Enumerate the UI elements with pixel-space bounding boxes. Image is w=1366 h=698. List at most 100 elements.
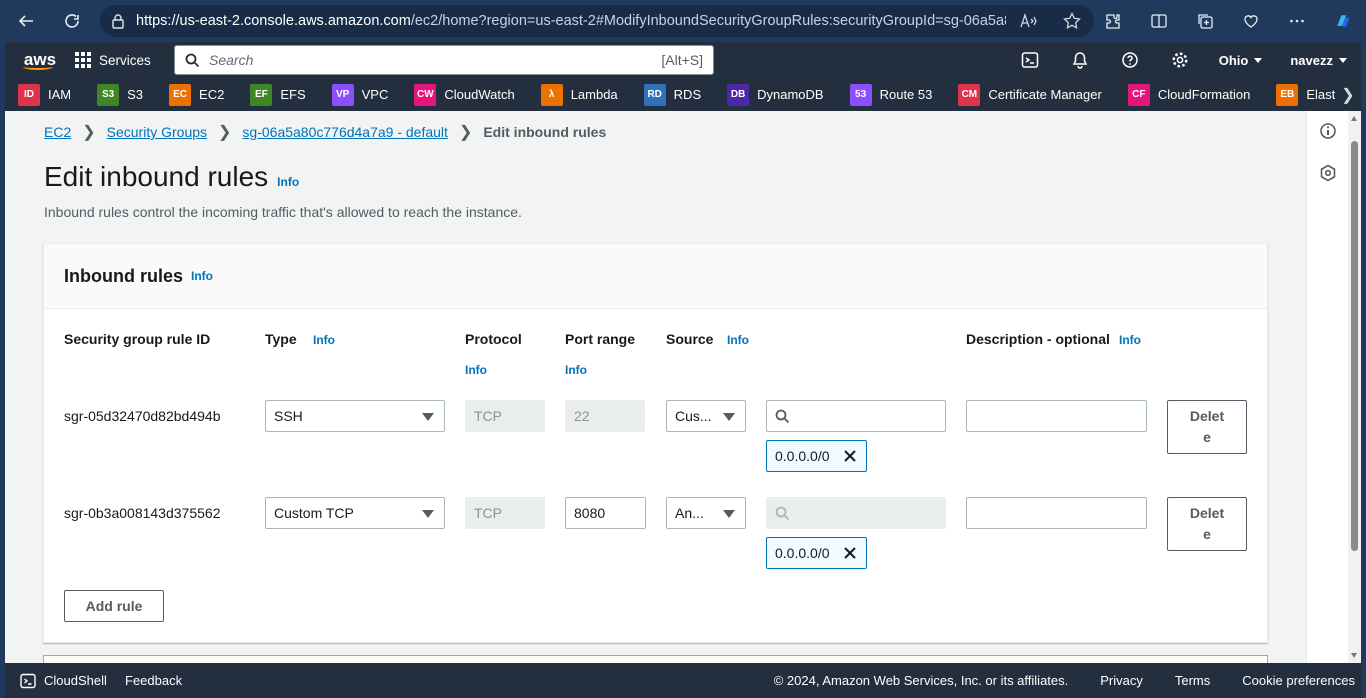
remove-token-icon[interactable] (842, 545, 858, 561)
source-select[interactable]: An... (666, 497, 746, 529)
cloudshell-icon[interactable] (1005, 51, 1055, 69)
favorite-route-53[interactable]: 53 Route 53 (833, 83, 942, 106)
cloudshell-footer-button[interactable]: CloudShell (5, 673, 125, 689)
description-input[interactable] (966, 400, 1147, 432)
service-icon: ID (18, 83, 40, 106)
type-select[interactable]: Custom TCP (265, 497, 445, 529)
favorite-s3[interactable]: S3 S3 (80, 83, 152, 106)
terms-link[interactable]: Terms (1159, 673, 1226, 688)
favorite-efs[interactable]: EF EFS (233, 83, 314, 106)
scrollbar-thumb[interactable] (1351, 141, 1358, 551)
region-selector[interactable]: Ohio (1205, 53, 1277, 68)
column-header-description: Description - optional (966, 331, 1110, 347)
collections-icon[interactable] (1182, 0, 1228, 42)
source-select[interactable]: Cus... (666, 400, 746, 432)
console-search-input[interactable]: Search [Alt+S] (174, 45, 714, 75)
description-info-link[interactable]: Info (1119, 333, 1141, 347)
refresh-icon[interactable] (52, 0, 92, 42)
console-footer: CloudShell Feedback © 2024, Amazon Web S… (5, 663, 1361, 698)
tools-panel (1306, 111, 1348, 663)
port-range-input[interactable]: 8080 (565, 497, 646, 529)
favorite-cloudwatch[interactable]: CW CloudWatch (397, 83, 523, 106)
favorite-label: Route 53 (879, 87, 933, 102)
favorite-lambda[interactable]: λ Lambda (524, 83, 627, 106)
port-range-info-link[interactable]: Info (565, 363, 587, 377)
favorite-vpc[interactable]: VP VPC (315, 83, 398, 106)
account-menu[interactable]: navezz (1276, 53, 1361, 68)
copilot-icon[interactable] (1320, 0, 1366, 42)
source-info-link[interactable]: Info (727, 333, 749, 347)
favorite-ec2[interactable]: EC EC2 (152, 83, 233, 106)
feature-hexagon-icon[interactable] (1307, 153, 1349, 193)
type-select-value: Custom TCP (274, 505, 354, 521)
service-icon: DB (727, 83, 750, 106)
privacy-link[interactable]: Privacy (1084, 673, 1159, 688)
favorite-certificate-manager[interactable]: CM Certificate Manager (941, 83, 1110, 106)
info-panel-icon[interactable] (1307, 111, 1349, 151)
breadcrumb-security-groups[interactable]: Security Groups (107, 124, 207, 140)
favorite-label: IAM (48, 87, 72, 102)
cloudshell-label: CloudShell (44, 673, 107, 688)
favorites-bar: ID IAM S3 S3 EC EC2 EF EFS VP VPC CW CloudWatch λ Lam… (5, 78, 1361, 111)
remove-token-icon[interactable] (842, 448, 858, 464)
service-icon: S3 (97, 83, 120, 106)
cidr-token: 0.0.0.0/0 (766, 440, 867, 472)
performance-icon[interactable] (1228, 0, 1274, 42)
favorite-label: DynamoDB (757, 87, 824, 102)
favorite-rds[interactable]: RD RDS (627, 83, 710, 106)
scroll-up-icon[interactable] (1351, 116, 1357, 121)
panel-info-link[interactable]: Info (191, 269, 213, 283)
scroll-down-icon[interactable] (1351, 653, 1357, 658)
favorite-iam[interactable]: ID IAM (5, 83, 80, 106)
cookie-preferences-link[interactable]: Cookie preferences (1226, 673, 1361, 688)
services-menu[interactable]: Services (75, 52, 163, 68)
feedback-link[interactable]: Feedback (125, 673, 182, 688)
search-shortcut: [Alt+S] (661, 52, 703, 68)
favorite-cloudformation[interactable]: CF CloudFormation (1111, 83, 1260, 106)
address-bar[interactable]: https://us-east-2.console.aws.amazon.com… (100, 5, 1094, 37)
split-screen-icon[interactable] (1136, 0, 1182, 42)
page-scrollbar[interactable] (1348, 111, 1361, 663)
service-icon: EC (169, 83, 192, 106)
favorite-label: CloudWatch (444, 87, 515, 102)
add-rule-button[interactable]: Add rule (64, 590, 164, 622)
favorites-scroll-right-icon[interactable]: ❯ (1335, 78, 1361, 111)
back-icon[interactable] (0, 0, 52, 42)
read-aloud-icon[interactable] (1006, 13, 1050, 29)
more-options-icon[interactable] (1274, 0, 1320, 42)
rule-id-cell: sgr-0b3a008143d375562 (64, 505, 221, 521)
breadcrumb-security-group[interactable]: sg-06a5a80c776d4a7a9 - default (242, 124, 448, 140)
notifications-bell-icon[interactable] (1055, 51, 1105, 69)
column-header-rule-id: Security group rule ID (64, 331, 211, 347)
help-icon[interactable] (1105, 51, 1155, 69)
breadcrumb-ec2[interactable]: EC2 (44, 124, 71, 140)
dropdown-caret-icon (422, 510, 434, 518)
search-placeholder: Search (209, 52, 254, 68)
service-icon: λ (540, 83, 563, 106)
favorite-star-icon[interactable] (1050, 12, 1094, 30)
extensions-icon[interactable] (1090, 0, 1136, 42)
breadcrumb-chevron-icon: ❯ (82, 124, 96, 141)
dropdown-caret-icon (422, 413, 434, 421)
browser-toolbar-right (1090, 0, 1366, 42)
type-select-value: SSH (274, 408, 303, 424)
delete-button-label-wrap: e (1203, 429, 1211, 445)
delete-button-label-wrap: e (1203, 526, 1211, 542)
panel-header: Inbound rules Info (44, 244, 1267, 309)
type-select[interactable]: SSH (265, 400, 445, 432)
service-icon: 53 (849, 83, 872, 106)
cidr-search-input[interactable] (766, 400, 946, 432)
protocol-info-link[interactable]: Info (465, 363, 487, 377)
favorite-dynamodb[interactable]: DB DynamoDB (710, 83, 832, 106)
cidr-search-input-disabled (766, 497, 946, 529)
description-input[interactable] (966, 497, 1147, 529)
browser-toolbar: https://us-east-2.console.aws.amazon.com… (0, 0, 1366, 42)
type-info-link[interactable]: Info (313, 333, 335, 347)
page-info-link[interactable]: Info (277, 175, 299, 189)
delete-rule-button[interactable]: Delet e (1167, 400, 1247, 454)
delete-button-label: Delet (1189, 505, 1225, 521)
settings-gear-icon[interactable] (1155, 51, 1205, 69)
delete-rule-button[interactable]: Delet e (1167, 497, 1247, 551)
aws-logo[interactable]: aws (5, 42, 75, 78)
search-icon (175, 53, 209, 68)
